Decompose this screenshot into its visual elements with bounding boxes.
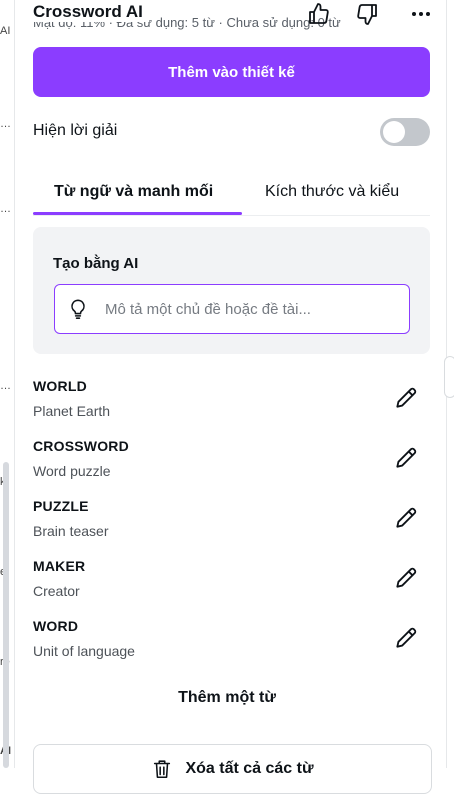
ai-topic-field[interactable] (54, 284, 410, 334)
toggle-knob (383, 121, 405, 143)
lightbulb-icon (71, 299, 85, 319)
add-to-design-button[interactable]: Thêm vào thiết kế (33, 47, 430, 97)
clear-all-words-button[interactable]: Xóa tất cả các từ (33, 744, 432, 794)
word-list-item: MAKER Creator (33, 558, 430, 608)
editor-scrollbar[interactable] (3, 462, 9, 768)
add-word-button[interactable]: Thêm một từ (0, 689, 454, 707)
clue-text: Planet Earth (33, 403, 111, 419)
pencil-icon[interactable] (393, 565, 419, 591)
tab-words-and-clues[interactable]: Từ ngữ và manh mối (54, 183, 213, 201)
word-list-item: PUZZLE Brain teaser (33, 498, 430, 548)
active-tab-indicator (33, 212, 242, 215)
tab-size-and-style[interactable]: Kích thước và kiểu (265, 183, 399, 201)
edge-fragment: … (0, 380, 11, 392)
edge-fragment: AI (0, 25, 11, 37)
ai-topic-input[interactable] (103, 299, 387, 319)
word-text: CROSSWORD (33, 438, 129, 454)
ai-generate-card: Tạo bằng AI (33, 227, 430, 354)
clue-text: Unit of language (33, 643, 135, 659)
word-text: WORD (33, 618, 79, 634)
clear-all-label: Xóa tất cả các từ (185, 760, 314, 777)
edge-fragment: … (0, 118, 11, 130)
word-text: PUZZLE (33, 498, 89, 514)
word-text: WORLD (33, 378, 87, 394)
tab-divider (33, 215, 430, 216)
panel-border (14, 0, 15, 768)
thumbs-up-icon[interactable] (307, 2, 331, 26)
edge-fragment: … (0, 203, 11, 215)
panel-header: Mật độ: 11% · Đã sử dụng: 5 từ · Chưa sử… (15, 0, 446, 40)
clue-text: Brain teaser (33, 523, 109, 539)
pencil-icon[interactable] (393, 625, 419, 651)
clue-text: Word puzzle (33, 463, 111, 479)
panel-resize-handle[interactable] (444, 356, 454, 398)
app-title: Crossword AI (33, 2, 149, 22)
more-icon[interactable] (409, 2, 433, 26)
show-solution-toggle[interactable] (380, 118, 430, 146)
pencil-icon[interactable] (393, 505, 419, 531)
pencil-icon[interactable] (393, 445, 419, 471)
word-text: MAKER (33, 558, 86, 574)
show-solution-label: Hiện lời giải (33, 122, 118, 139)
word-list-item: CROSSWORD Word puzzle (33, 438, 430, 488)
background-editor-edge: AI … … … k e re AI (0, 0, 14, 768)
ai-generate-label: Tạo bằng AI (53, 255, 139, 272)
word-list-item: WORD Unit of language (33, 618, 430, 668)
trash-icon (154, 760, 171, 779)
pencil-icon[interactable] (393, 385, 419, 411)
thumbs-down-icon[interactable] (355, 2, 379, 26)
clue-text: Creator (33, 583, 80, 599)
word-list-item: WORLD Planet Earth (33, 378, 430, 428)
